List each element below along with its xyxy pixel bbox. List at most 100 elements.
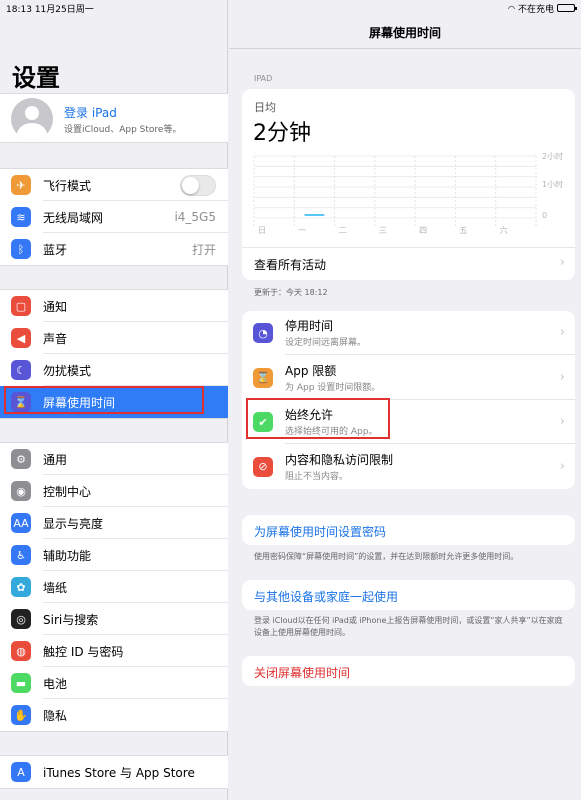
sidebar-item-siri[interactable]: ◎ Siri与搜索	[0, 603, 228, 635]
wallpaper-icon: ✿	[11, 577, 31, 597]
option-title: 内容和隐私访问限制	[285, 452, 394, 467]
sidebar-item-label: 无线局域网	[43, 210, 104, 225]
chevron-right-icon: ›	[559, 325, 565, 340]
sidebar-item-control-center[interactable]: ◉ 控制中心	[0, 475, 228, 507]
screen-time-panel: 屏幕使用时间 IPAD 日均 2分钟 2小时 1小时 0 日 一 二 三 四 五 六 查看所有活动…	[229, 0, 581, 800]
chevron-right-icon: ›	[559, 255, 565, 270]
sidebar-item-bluetooth[interactable]: ᛒ 蓝牙 打开	[0, 233, 228, 265]
sidebar-item-gear[interactable]: ⚙ 通用	[0, 443, 228, 475]
chart-x-tick-label: 三	[379, 226, 387, 235]
sidebar-item-hourglass[interactable]: ⌛ 屏幕使用时间	[0, 386, 228, 418]
sidebar-item-label: 显示与亮度	[43, 516, 104, 531]
notification-icon: ▢	[11, 296, 31, 316]
sidebar-item-airplane[interactable]: ✈ 飞行模式	[0, 169, 228, 201]
sidebar-item-moon[interactable]: ☾ 勿扰模式	[0, 354, 228, 386]
hand-icon: ✋	[11, 705, 31, 725]
sidebar-item-hand[interactable]: ✋ 隐私	[0, 699, 228, 731]
chart-bar	[304, 214, 325, 216]
airplane-icon: ✈	[11, 175, 31, 195]
sidebar-item-label: 声音	[43, 331, 68, 346]
usage-chart-svg: 2小时 1小时 0 日 一 二 三 四 五 六	[253, 151, 563, 235]
control-center-icon: ◉	[11, 481, 31, 501]
share-family-link[interactable]: 与其他设备或家庭一起使用	[254, 588, 398, 605]
sidebar-item-label: 墙纸	[43, 580, 68, 595]
profile-row[interactable]: 登录 iPad 设置iCloud、App Store等。	[0, 93, 228, 143]
sidebar-group-4: AiTunes Store 与 App Store	[0, 755, 228, 789]
chart-y-tick-label: 0	[542, 211, 547, 220]
gear-icon: ⚙	[11, 449, 31, 469]
wifi-icon: ≋	[11, 207, 31, 227]
chart-x-tick-label: 二	[339, 226, 347, 235]
option-subtitle: 选择始终可用的 App。	[285, 427, 378, 437]
option-subtitle: 设定时间远离屏幕。	[285, 338, 367, 348]
airplane-mode-toggle[interactable]	[180, 174, 216, 196]
page-title: 屏幕使用时间	[368, 26, 441, 40]
option-row-hourglass[interactable]: ⌛ App 限额为 App 设置时间限额。 ›	[242, 356, 575, 400]
checkmark-icon: ✔	[253, 412, 273, 432]
sidebar-item-label: 触控 ID 与密码	[43, 644, 124, 659]
sidebar-item-label: 辅助功能	[43, 548, 92, 563]
chevron-right-icon: ›	[559, 414, 565, 429]
wifi-signal-icon: ◠	[508, 3, 515, 13]
chart-y-tick-label: 1小时	[542, 179, 563, 189]
sidebar-item-label: 通用	[43, 452, 68, 467]
option-row-checkmark[interactable]: ✔ 始终允许选择始终可用的 App。 ›	[242, 400, 575, 444]
sidebar-item-value: i4_5G5	[174, 210, 216, 224]
status-right: ◠ 不在充电	[508, 2, 577, 15]
turn-off-card: 关闭屏幕使用时间	[242, 656, 575, 686]
sidebar-item-label: 飞行模式	[43, 178, 92, 193]
sidebar-item-accessibility[interactable]: ♿ 辅助功能	[0, 539, 228, 571]
chart-x-tick-label: 六	[500, 225, 508, 235]
sidebar-item-label: 控制中心	[43, 484, 92, 499]
settings-sidebar: 设置 登录 iPad 设置iCloud、App Store等。 ✈ 飞行模式 ≋ 无线…	[0, 0, 228, 800]
sidebar-item-label: 电池	[43, 676, 68, 691]
sidebar-item-label: Siri与搜索	[43, 612, 99, 627]
downtime-icon: ◔	[253, 323, 273, 343]
chart-x-tick-label: 四	[419, 226, 427, 235]
charging-status: 不在充电	[517, 4, 554, 15]
see-all-activity-label: 查看所有活动	[254, 258, 327, 272]
fingerprint-icon: ◍	[11, 641, 31, 661]
bluetooth-icon: ᛒ	[11, 239, 31, 259]
sidebar-item-label: 隐私	[43, 708, 68, 723]
nav-divider	[229, 48, 581, 49]
hourglass-icon: ⌛	[253, 367, 273, 388]
option-row-downtime[interactable]: ◔ 停用时间 设定时间远离屏幕。 ›	[242, 311, 575, 355]
sidebar-item-label: 蓝牙	[43, 242, 68, 257]
status-bar: 18:13 11月25日周一 ◠ 不在充电	[0, 0, 581, 16]
sidebar-item-wifi[interactable]: ≋ 无线局域网 i4_5G5	[0, 201, 228, 233]
sidebar-item-fingerprint[interactable]: ◍ 触控 ID 与密码	[0, 635, 228, 667]
chart-y-tick-label: 2小时	[542, 151, 563, 161]
chart-x-tick-label: 五	[459, 226, 467, 235]
sidebar-item-label: 屏幕使用时间	[43, 395, 116, 410]
option-subtitle: 为 App 设置时间限额。	[285, 382, 381, 393]
sidebar-item-battery[interactable]: ▬ 电池	[0, 667, 228, 699]
sidebar-item-label: iTunes Store 与 App Store	[43, 765, 195, 780]
chevron-right-icon: ›	[559, 369, 565, 385]
app-store-icon: A	[11, 762, 31, 782]
option-row-restriction[interactable]: ⊘ 内容和隐私访问限制 阻止不当内容。 ›	[242, 445, 575, 489]
restriction-icon: ⊘	[253, 456, 273, 477]
siri-icon: ◎	[11, 609, 31, 629]
sidebar-item-display[interactable]: AA 显示与亮度	[0, 507, 228, 539]
set-passcode-link[interactable]: 为屏幕使用时间设置密码	[254, 523, 386, 540]
share-note: 登录 iCloud以在任何 iPad或 iPhone上报告屏幕使用时间，或设置“…	[254, 616, 563, 637]
sidebar-item-label: 勿扰模式	[43, 363, 92, 378]
turn-off-screen-time-button[interactable]: 关闭屏幕使用时间	[254, 664, 350, 681]
sidebar-item-wallpaper[interactable]: ✿ 墙纸	[0, 571, 228, 603]
option-title: App 限额	[285, 363, 337, 378]
sidebar-item-sound[interactable]: ◀ 声音	[0, 322, 228, 354]
avatar	[11, 98, 53, 140]
sidebar-item-notification[interactable]: ▢ 通知	[0, 290, 228, 322]
status-date: 11月25日周一	[34, 4, 94, 15]
sidebar-item-app-store[interactable]: AiTunes Store 与 App Store	[0, 756, 228, 788]
sidebar-group-2: ▢ 通知 ◀ 声音 ☾ 勿扰模式 ⌛ 屏幕使用时间	[0, 289, 228, 419]
display-icon: AA	[11, 513, 31, 533]
status-time: 18:13	[6, 4, 32, 15]
options-card: ◔ 停用时间 设定时间远离屏幕。 › ⌛ App 限额为 App 设置时间限额。 › ✔ 始终允…	[242, 311, 575, 489]
chart-x-tick-label: 日	[258, 226, 266, 235]
see-all-activity-row[interactable]: 查看所有活动 ›	[242, 247, 575, 280]
passcode-note: 使用密码保障“屏幕使用时间”的设置，并在达到限额时允许更多使用时间。	[254, 552, 519, 561]
option-title: 始终允许	[285, 408, 334, 422]
sidebar-title: 设置	[12, 64, 60, 92]
